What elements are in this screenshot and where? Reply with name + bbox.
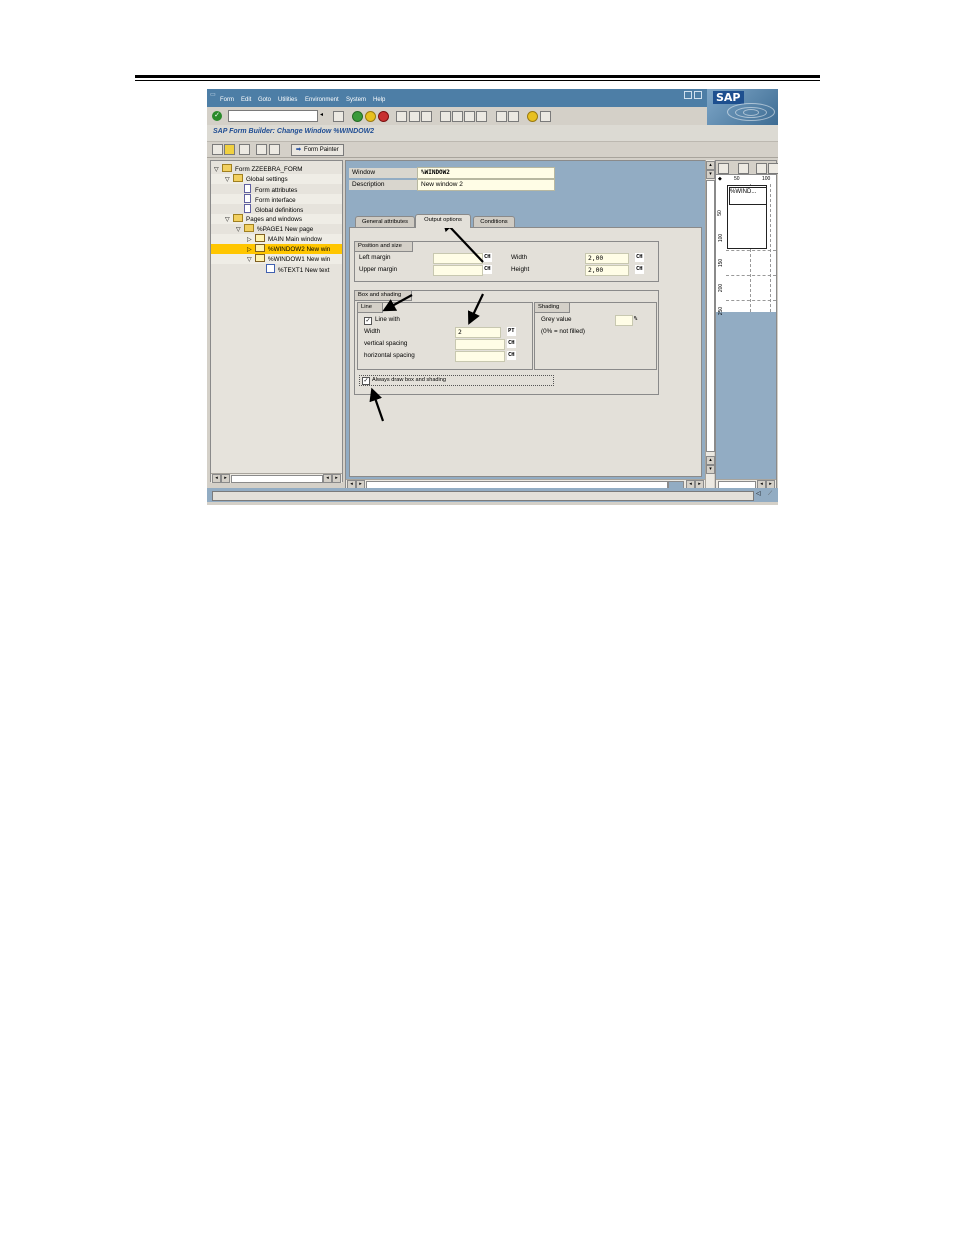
arrow-to-line-width xyxy=(467,293,484,325)
top-rule-thick xyxy=(135,75,820,78)
arrow-to-always-draw xyxy=(369,387,385,422)
sap-screenshot: ▭ Form Edit Goto Utilities Environment S… xyxy=(207,89,778,505)
arrow-to-line-with xyxy=(382,294,413,312)
tab-output-options[interactable]: Output options xyxy=(415,214,471,228)
annotation-arrows xyxy=(369,218,484,422)
top-rule-thin xyxy=(135,80,820,81)
arrow-to-output-tab xyxy=(441,218,484,263)
